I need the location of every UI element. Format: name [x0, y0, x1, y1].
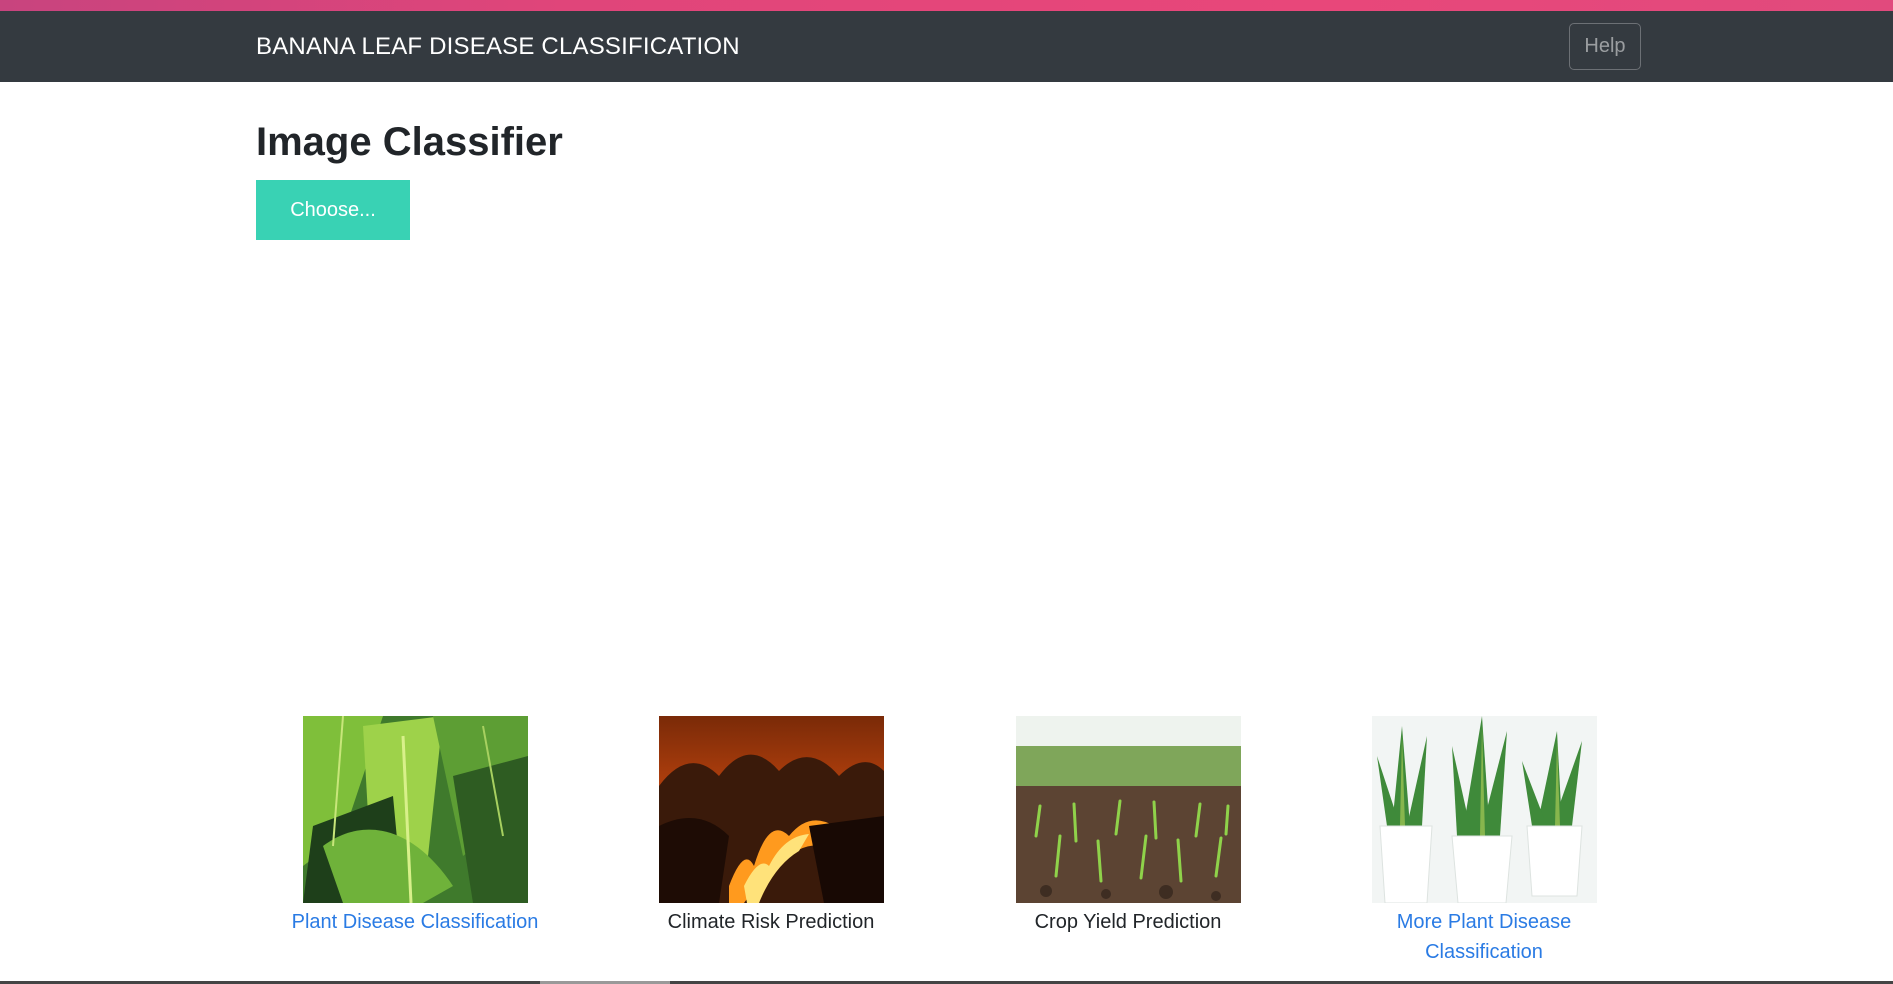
card-more-plant-disease: More Plant Disease Classification: [1339, 716, 1629, 967]
crop-seedlings-image: [1015, 716, 1241, 903]
card-label-plant-disease[interactable]: Plant Disease Classification: [270, 907, 560, 937]
card-label-crop-yield: Crop Yield Prediction: [1034, 911, 1222, 933]
page-title: Image Classifier: [256, 120, 563, 164]
navbar: BANANA LEAF DISEASE CLASSIFICATION Help: [0, 11, 1893, 82]
card-label-climate-risk: Climate Risk Prediction: [667, 911, 875, 933]
potted-plants-image[interactable]: [1371, 716, 1597, 903]
forest-fire-image: [658, 716, 884, 903]
card-label-more-plant-disease[interactable]: More Plant Disease Classification: [1339, 907, 1629, 967]
banana-leaves-image[interactable]: [302, 716, 528, 903]
help-button[interactable]: Help: [1569, 23, 1641, 70]
card-plant-disease: Plant Disease Classification: [270, 716, 560, 937]
top-gradient-bar: [0, 0, 1893, 11]
card-climate-risk: Climate Risk Prediction: [626, 716, 916, 937]
navbar-brand[interactable]: BANANA LEAF DISEASE CLASSIFICATION: [256, 33, 740, 61]
choose-file-button[interactable]: Choose...: [256, 180, 410, 240]
card-crop-yield: Crop Yield Prediction: [983, 716, 1273, 937]
